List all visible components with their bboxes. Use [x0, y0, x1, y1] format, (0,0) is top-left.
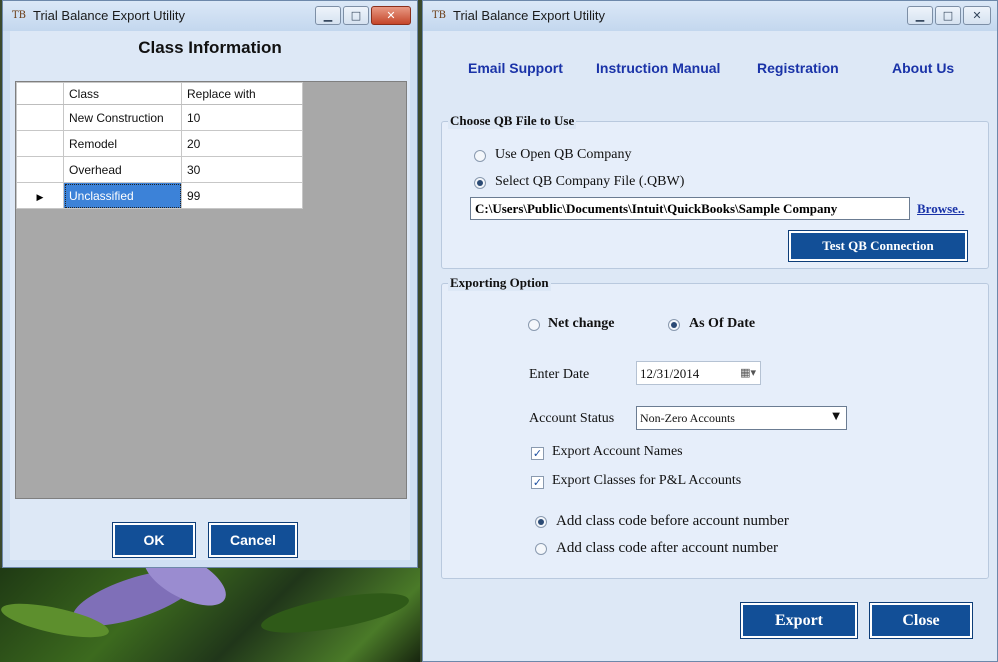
right-window-title: Trial Balance Export Utility	[453, 8, 605, 23]
cell-class[interactable]: Remodel	[63, 130, 182, 157]
row-header-corner	[16, 82, 64, 105]
exporting-option-group-label: Exporting Option	[448, 275, 551, 291]
as-of-date-label[interactable]: As Of Date	[689, 316, 755, 332]
desktop-wallpaper	[0, 568, 420, 662]
email-support-link[interactable]: Email Support	[468, 60, 563, 76]
minimize-icon[interactable]: ▁	[315, 6, 341, 25]
close-icon[interactable]: ✕	[371, 6, 411, 25]
class-code-before-label[interactable]: Add class code before account number	[556, 513, 789, 530]
app-logo-icon: TB	[12, 10, 27, 21]
row-header[interactable]	[16, 104, 64, 131]
class-code-after-radio[interactable]	[535, 543, 547, 555]
row-header[interactable]	[16, 156, 64, 183]
table-header-row: Class Replace with	[16, 82, 303, 105]
class-grid: Class Replace with New Construction 10 R…	[15, 81, 407, 499]
close-button[interactable]: Close	[869, 602, 973, 639]
cell-replace[interactable]: 30	[181, 156, 303, 183]
trial-balance-main-window: TB Trial Balance Export Utility ▁ □ ✕ Em…	[422, 0, 998, 662]
about-us-link[interactable]: About Us	[892, 60, 954, 76]
test-qb-connection-button[interactable]: Test QB Connection	[788, 230, 968, 262]
date-picker[interactable]: 12/31/2014 ▦▾	[636, 361, 761, 385]
cell-replace[interactable]: 20	[181, 130, 303, 157]
registration-link[interactable]: Registration	[757, 60, 839, 76]
cell-class[interactable]: Overhead	[63, 156, 182, 183]
close-icon[interactable]: ✕	[963, 6, 991, 25]
current-row-arrow-icon: ▶	[36, 191, 44, 202]
row-header[interactable]	[16, 130, 64, 157]
class-code-after-label[interactable]: Add class code after account number	[556, 540, 778, 557]
minimize-icon[interactable]: ▁	[907, 6, 933, 25]
select-company-file-radio[interactable]	[474, 177, 486, 189]
cancel-button[interactable]: Cancel	[208, 522, 298, 558]
table-row[interactable]: ▶ Unclassified 99	[16, 182, 303, 209]
page-title: Class Information	[138, 38, 282, 57]
browse-link[interactable]: Browse..	[917, 201, 964, 217]
export-account-names-checkbox[interactable]: ✓	[531, 447, 544, 460]
table-row[interactable]: Remodel 20	[16, 130, 303, 157]
column-header-class[interactable]: Class	[63, 82, 182, 105]
account-status-label: Account Status	[529, 411, 615, 426]
enter-date-label: Enter Date	[529, 367, 590, 382]
net-change-label[interactable]: Net change	[548, 316, 615, 332]
use-open-company-label[interactable]: Use Open QB Company	[495, 147, 632, 163]
table-row[interactable]: New Construction 10	[16, 104, 303, 131]
qb-file-group-label: Choose QB File to Use	[448, 113, 577, 129]
maximize-icon[interactable]: □	[343, 6, 369, 25]
net-change-radio[interactable]	[528, 319, 540, 331]
class-table: Class Replace with New Construction 10 R…	[16, 82, 303, 209]
cell-replace[interactable]: 99	[181, 182, 303, 209]
cell-replace[interactable]: 10	[181, 104, 303, 131]
export-button[interactable]: Export	[740, 602, 858, 639]
app-logo-icon: TB	[432, 10, 447, 21]
export-account-names-label[interactable]: Export Account Names	[552, 444, 683, 460]
maximize-icon[interactable]: □	[935, 6, 961, 25]
left-window-titlebar[interactable]: TB Trial Balance Export Utility ▁ □ ✕	[3, 1, 417, 31]
cell-class[interactable]: Unclassified	[63, 182, 182, 209]
use-open-company-radio[interactable]	[474, 150, 486, 162]
as-of-date-radio[interactable]	[668, 319, 680, 331]
export-classes-label[interactable]: Export Classes for P&L Accounts	[552, 473, 741, 489]
row-header[interactable]: ▶	[16, 182, 64, 209]
ok-button[interactable]: OK	[112, 522, 196, 558]
export-classes-checkbox[interactable]: ✓	[531, 476, 544, 489]
date-value: 12/31/2014	[640, 366, 700, 381]
column-header-replace[interactable]: Replace with	[181, 82, 303, 105]
account-status-value: Non-Zero Accounts	[640, 411, 735, 425]
select-company-file-label[interactable]: Select QB Company File (.QBW)	[495, 174, 684, 190]
chevron-down-icon: ▼	[832, 411, 840, 422]
class-code-before-radio[interactable]	[535, 516, 547, 528]
table-row[interactable]: Overhead 30	[16, 156, 303, 183]
instruction-manual-link[interactable]: Instruction Manual	[596, 60, 720, 76]
left-window-title: Trial Balance Export Utility	[33, 8, 185, 23]
right-window-titlebar[interactable]: TB Trial Balance Export Utility ▁ □ ✕	[423, 1, 997, 31]
class-information-window: TB Trial Balance Export Utility ▁ □ ✕ Cl…	[2, 0, 418, 568]
company-file-path-field[interactable]: C:\Users\Public\Documents\Intuit\QuickBo…	[470, 197, 910, 220]
account-status-select[interactable]: Non-Zero Accounts ▼	[636, 406, 847, 430]
calendar-dropdown-icon[interactable]: ▦▾	[740, 366, 756, 379]
cell-class[interactable]: New Construction	[63, 104, 182, 131]
